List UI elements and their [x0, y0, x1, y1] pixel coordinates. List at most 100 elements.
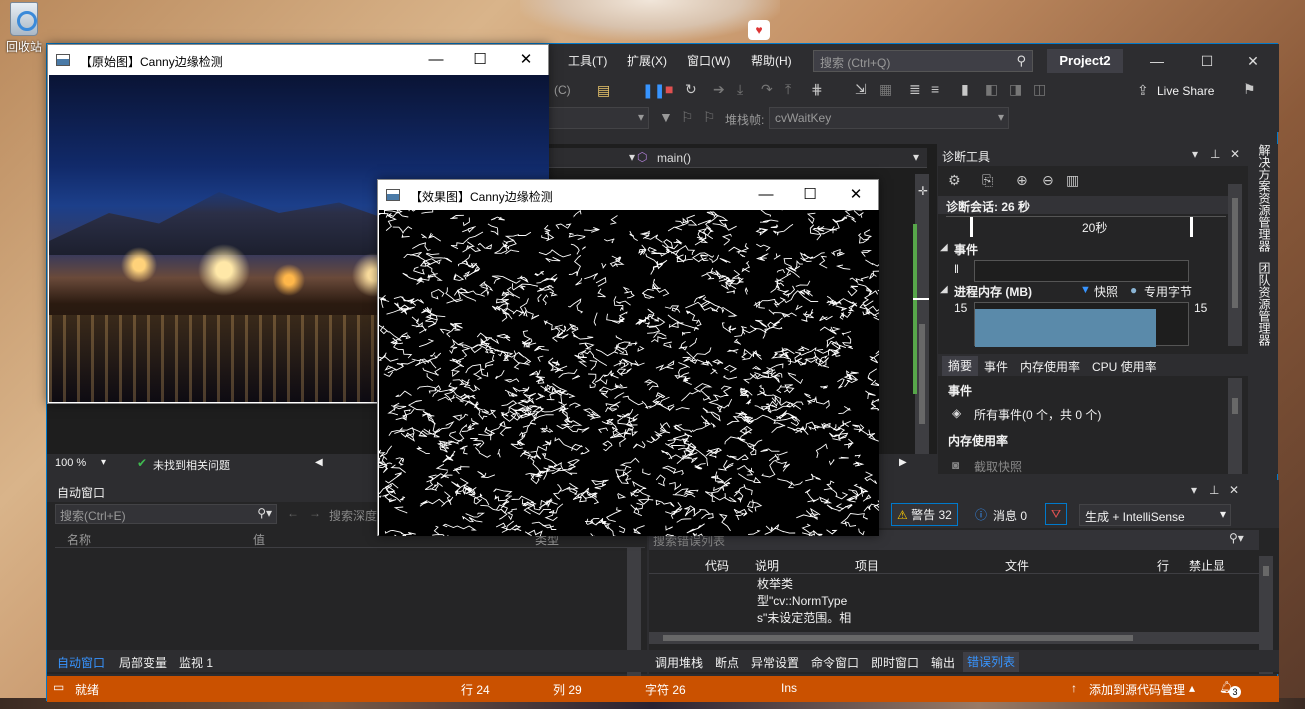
settings-icon[interactable]: ⚙ — [948, 172, 961, 189]
close-button[interactable]: ✕ — [1233, 50, 1273, 72]
col-project[interactable]: 项目 — [855, 557, 879, 574]
step-out-icon[interactable]: ⤒ — [785, 81, 791, 98]
stack-frame-dropdown[interactable]: cvWaitKey ▾ — [769, 107, 1009, 129]
tab-call-stack[interactable]: 调用堆栈 — [655, 654, 703, 671]
tab-memory-usage[interactable]: 内存使用率 — [1020, 358, 1080, 375]
messages-filter[interactable]: 消息 0 — [993, 507, 1027, 524]
collapse-icon[interactable]: ◢ — [940, 284, 948, 295]
config-dropdown[interactable]: (C) — [549, 80, 587, 100]
editor-scroll-thumb[interactable] — [919, 324, 925, 424]
tab-output[interactable]: 输出 — [931, 654, 955, 671]
cv-edges-window[interactable]: 【效果图】Canny边缘检测 — ☐ ✕ — [377, 179, 879, 536]
close-button[interactable]: ✕ — [836, 184, 876, 206]
editor-scrollbar[interactable]: ✛ — [915, 174, 929, 474]
scroll-right-icon[interactable]: ▶ — [899, 457, 907, 468]
step-over-icon[interactable]: ↷ — [761, 81, 773, 98]
thread-dropdown[interactable]: ▾ — [549, 107, 649, 129]
cv-original-titlebar[interactable]: 【原始图】Canny边缘检测 — ☐ ✕ — [48, 45, 548, 75]
error-row-description[interactable]: 枚举类 型"cv::NormType s"未设定范围。相 — [757, 576, 877, 627]
show-next-icon[interactable]: ➔ — [713, 81, 725, 98]
collapse-icon[interactable]: ◢ — [940, 242, 948, 253]
menu-window[interactable]: 窗口(W) — [687, 52, 730, 69]
minimize-button[interactable]: — — [1137, 50, 1177, 72]
zoom-out-icon[interactable]: ⊖ — [1042, 172, 1054, 189]
pause-icon[interactable]: ❚❚ — [642, 82, 665, 99]
maximize-button[interactable]: ☐ — [460, 49, 500, 71]
menu-tools[interactable]: 工具(T) — [568, 52, 607, 69]
tab-breakpoints[interactable]: 断点 — [715, 654, 739, 671]
autos-search-input[interactable]: 搜索(Ctrl+E) ⚲▾ — [55, 504, 277, 524]
tab-exception-settings[interactable]: 异常设置 — [751, 654, 799, 671]
tab-error-list[interactable]: 错误列表 — [963, 652, 1020, 672]
errlist-hscroll[interactable] — [649, 632, 1259, 644]
warnings-filter[interactable]: ⚠ 警告 32 — [891, 503, 958, 526]
build-filter-dropdown[interactable]: 生成 + IntelliSense ▾ — [1079, 504, 1231, 526]
maximize-button[interactable]: ☐ — [790, 184, 830, 206]
errlist-scroll-thumb[interactable] — [1263, 566, 1269, 576]
col-suppress[interactable]: 禁止显 — [1189, 557, 1225, 574]
zoom-in-icon[interactable]: ⊕ — [1016, 172, 1028, 189]
bookmark-clear-icon[interactable]: ◫ — [1033, 81, 1046, 98]
flag-all-icon[interactable]: ⚐ — [703, 109, 716, 126]
all-events-link[interactable]: 所有事件(0 个，共 0 个) — [974, 406, 1101, 423]
col-value[interactable]: 值 — [253, 531, 265, 548]
chevron-down-icon[interactable]: ▾ — [1191, 483, 1197, 497]
col-file[interactable]: 文件 — [1005, 557, 1029, 574]
timeline-ruler[interactable]: 20秒 — [946, 216, 1226, 237]
zoom-level[interactable]: 100 % — [55, 457, 86, 469]
live-share-button[interactable]: Live Share — [1157, 84, 1214, 98]
bookmark-next-icon[interactable]: ◨ — [1009, 81, 1022, 98]
timeline-start-handle[interactable] — [970, 217, 973, 237]
maximize-button[interactable]: ☐ — [1187, 50, 1227, 72]
diag-scroll-thumb[interactable] — [1232, 198, 1238, 308]
col-description[interactable]: 说明 — [755, 557, 779, 574]
forward-icon[interactable]: → — [309, 506, 321, 520]
minimize-button[interactable]: — — [416, 49, 456, 71]
solution-explorer-tab[interactable]: 解决方案资源管理器 — [1256, 144, 1273, 252]
stop-icon[interactable]: ■ — [665, 81, 673, 97]
back-icon[interactable]: ← — [287, 506, 299, 520]
tab-locals[interactable]: 局部变量 — [119, 654, 167, 671]
threads-icon[interactable]: ▦ — [879, 81, 892, 98]
align-icon[interactable]: ≣ — [909, 81, 921, 98]
col-code[interactable]: 代码 — [705, 557, 729, 574]
reset-zoom-icon[interactable]: ▥ — [1066, 172, 1079, 189]
hex-icon[interactable]: ⋕ — [811, 81, 823, 98]
menu-help[interactable]: 帮助(H) — [751, 52, 792, 69]
tab-summary[interactable]: 摘要 — [942, 356, 979, 376]
pin-icon[interactable]: ⊥ — [1210, 147, 1220, 161]
function-dropdown[interactable]: main() — [657, 151, 691, 165]
tab-watch1[interactable]: 监视 1 — [179, 654, 213, 671]
close-icon[interactable]: ✕ — [1230, 147, 1240, 161]
feedback-icon[interactable]: ⚑ — [1243, 81, 1256, 98]
close-icon[interactable]: ✕ — [1229, 483, 1239, 497]
col-line[interactable]: 行 — [1157, 557, 1169, 574]
add-to-source-control[interactable]: 添加到源代码管理 — [1089, 681, 1185, 698]
diag-lower-scrollbar[interactable] — [1228, 378, 1242, 474]
errlist-hscroll-thumb[interactable] — [663, 635, 1133, 641]
diag-scrollbar[interactable] — [1228, 184, 1242, 346]
col-name[interactable]: 名称 — [67, 531, 91, 548]
tab-immediate-window[interactable]: 即时窗口 — [871, 654, 919, 671]
pin-icon[interactable]: ⊥ — [1209, 483, 1219, 497]
diag-lower-thumb[interactable] — [1232, 398, 1238, 414]
export-icon[interactable]: ⎘ — [982, 172, 993, 189]
thread-icon[interactable]: ⇲ — [855, 81, 867, 98]
menu-extensions[interactable]: 扩展(X) — [627, 52, 667, 69]
process-icon[interactable]: ▤ — [597, 82, 610, 99]
timeline-end-handle[interactable] — [1190, 217, 1193, 237]
chevron-down-icon[interactable]: ▾ — [1192, 147, 1198, 161]
tab-cpu-usage[interactable]: CPU 使用率 — [1092, 358, 1157, 375]
filter-icon[interactable]: ▼ — [659, 109, 673, 125]
close-button[interactable]: ✕ — [506, 49, 546, 71]
tab-autos[interactable]: 自动窗口 — [57, 654, 105, 671]
scroll-left-icon[interactable]: ◀ — [315, 457, 323, 468]
depth-placeholder[interactable]: 搜索深度 — [329, 507, 377, 524]
recycle-bin[interactable]: 回收站 — [2, 0, 46, 55]
take-snapshot-button[interactable]: 截取快照 — [974, 458, 1022, 475]
tab-command-window[interactable]: 命令窗口 — [811, 654, 859, 671]
restart-icon[interactable]: ↻ — [685, 81, 697, 98]
filter-error-icon[interactable]: ⛛ — [1045, 503, 1067, 525]
bookmark-prev-icon[interactable]: ◧ — [985, 81, 998, 98]
bookmark-icon[interactable]: ▮ — [961, 81, 969, 98]
